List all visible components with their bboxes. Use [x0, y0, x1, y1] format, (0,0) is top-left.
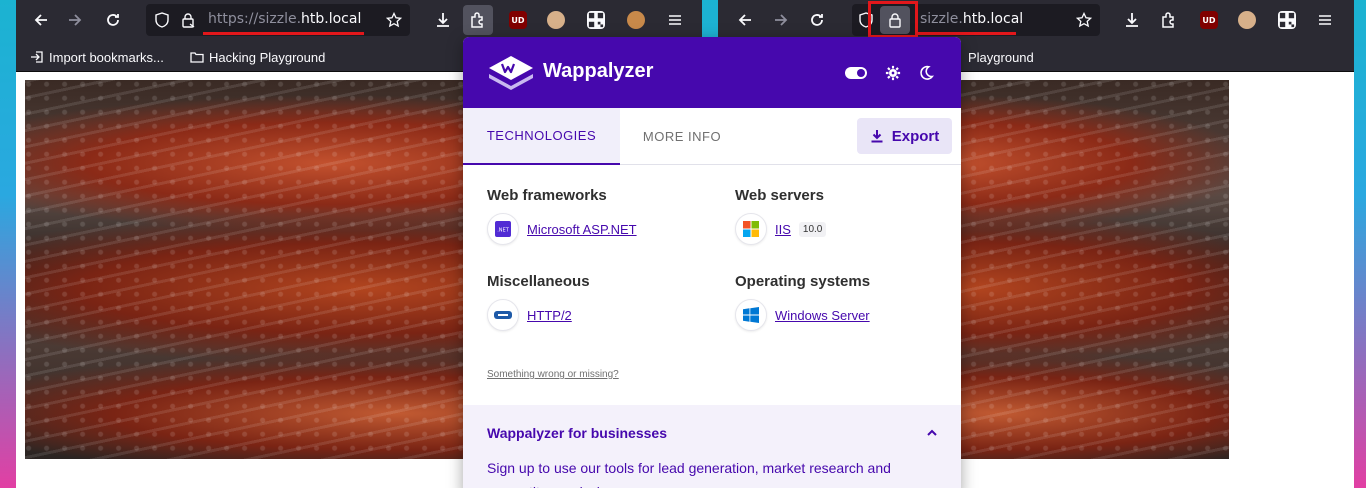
wappalyzer-logo-icon: [489, 56, 533, 90]
business-title[interactable]: Wappalyzer for businesses: [487, 425, 667, 441]
back-arrow-icon: [738, 14, 751, 26]
folder-icon: [190, 52, 204, 63]
downloads-button[interactable]: [428, 5, 458, 35]
bookmark-star-icon[interactable]: [1076, 12, 1092, 28]
export-label: Export: [891, 127, 940, 145]
site-info-highlight-box: [868, 1, 918, 38]
right-url-underline: [918, 32, 1016, 35]
export-button[interactable]: Export: [857, 118, 952, 154]
qr-code-icon[interactable]: [587, 11, 605, 29]
download-icon: [437, 13, 449, 27]
chevron-up-icon[interactable]: [925, 426, 939, 440]
category-operating-systems: Operating systems: [735, 273, 871, 290]
back-button[interactable]: [26, 5, 56, 35]
owl-extension-icon[interactable]: [1238, 11, 1256, 29]
hamburger-menu-icon: [669, 15, 681, 25]
download-icon: [1126, 13, 1138, 27]
ublock-icon[interactable]: UD: [1200, 11, 1218, 29]
bookmark-import-label: Import bookmarks...: [49, 49, 164, 65]
category-miscellaneous: Miscellaneous: [487, 273, 590, 290]
windows-logo-icon: [735, 213, 767, 245]
dotnet-icon: .NET: [487, 213, 519, 245]
left-toolbar: https://sizzle.htb.local UD: [16, 0, 702, 40]
bookmark-playground-label: Playground: [968, 49, 1034, 65]
reload-icon: [107, 14, 119, 26]
gear-icon: [885, 65, 901, 81]
ublock-icon[interactable]: UD: [509, 11, 527, 29]
tech-item-http2[interactable]: HTTP/2: [487, 299, 572, 331]
forward-arrow-icon: [69, 14, 82, 26]
puzzle-icon: [1162, 12, 1174, 28]
downloads-button-right[interactable]: [1117, 5, 1147, 35]
bookmark-import[interactable]: Import bookmarks...: [30, 48, 164, 66]
puzzle-icon: [471, 12, 483, 28]
wappalyzer-tabs: TECHNOLOGIES MORE INFO Export: [463, 108, 961, 165]
toggle-switch[interactable]: [845, 64, 867, 82]
forward-arrow-icon: [775, 14, 788, 26]
download-icon: [871, 130, 883, 143]
tab-more-info[interactable]: MORE INFO: [620, 108, 744, 165]
settings-button[interactable]: [882, 64, 904, 82]
back-button-right[interactable]: [730, 5, 760, 35]
bookmark-folder-label: Hacking Playground: [209, 49, 326, 65]
back-arrow-icon: [34, 14, 47, 26]
tech-name-iis[interactable]: IIS: [775, 222, 791, 237]
menu-button[interactable]: [660, 5, 690, 35]
category-web-frameworks: Web frameworks: [487, 187, 607, 204]
right-toolbar: sizzle.htb.local UD: [718, 0, 1354, 40]
wappalyzer-popup: Wappalyzer TECHNOLOGIES MORE INFO Export…: [463, 37, 961, 488]
reload-icon: [811, 14, 823, 26]
left-url-text: https://sizzle.htb.local: [208, 11, 362, 27]
tech-name-windows-server[interactable]: Windows Server: [775, 308, 870, 323]
svg-text:.NET: .NET: [497, 228, 509, 234]
feedback-link[interactable]: Something wrong or missing?: [487, 369, 619, 380]
tech-version-iis: 10.0: [798, 221, 827, 237]
moon-icon: [920, 65, 934, 80]
tech-item-aspnet[interactable]: .NET Microsoft ASP.NET: [487, 213, 637, 245]
import-icon: [31, 51, 43, 63]
bookmark-star-icon[interactable]: [386, 12, 402, 28]
forward-button[interactable]: [60, 5, 90, 35]
windows-blue-icon: [735, 299, 767, 331]
http2-icon: [487, 299, 519, 331]
theme-toggle-button[interactable]: [915, 64, 937, 82]
lock-icon: [182, 13, 195, 28]
menu-button-right[interactable]: [1310, 5, 1340, 35]
toggle-icon: [845, 67, 867, 79]
tech-name-aspnet[interactable]: Microsoft ASP.NET: [527, 222, 637, 237]
shield-icon: [155, 12, 169, 28]
reload-button-right[interactable]: [802, 5, 832, 35]
category-web-servers: Web servers: [735, 187, 824, 204]
bookmark-hacking-playground[interactable]: Hacking Playground: [190, 48, 325, 66]
wappalyzer-brand: Wappalyzer: [543, 60, 654, 82]
tech-name-http2[interactable]: HTTP/2: [527, 308, 572, 323]
extensions-button[interactable]: [463, 5, 493, 35]
business-description: Sign up to use our tools for lead genera…: [487, 460, 891, 488]
cookie-icon[interactable]: [627, 11, 645, 29]
tab-technologies[interactable]: TECHNOLOGIES: [463, 108, 620, 165]
reload-button[interactable]: [98, 5, 128, 35]
left-url-underline: [203, 32, 364, 35]
right-url-text: sizzle.htb.local: [920, 11, 1024, 27]
extensions-button-right[interactable]: [1154, 5, 1184, 35]
tech-item-iis[interactable]: IIS 10.0: [735, 213, 827, 245]
qr-code-icon[interactable]: [1278, 11, 1296, 29]
bookmark-playground-right[interactable]: Playground: [968, 48, 1034, 66]
forward-button-right[interactable]: [766, 5, 796, 35]
hamburger-menu-icon: [1319, 15, 1331, 25]
owl-extension-icon[interactable]: [547, 11, 565, 29]
tech-item-windows-server[interactable]: Windows Server: [735, 299, 870, 331]
business-section: Wappalyzer for businesses Sign up to use…: [463, 405, 961, 488]
wappalyzer-header: Wappalyzer: [463, 37, 961, 108]
